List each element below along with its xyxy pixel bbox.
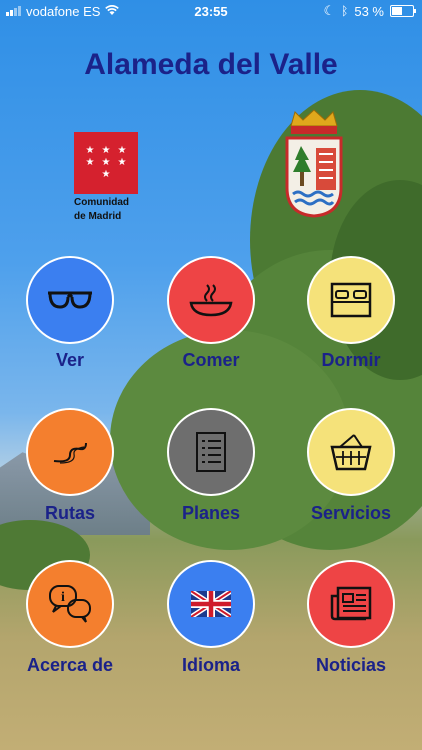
menu-label-dormir[interactable]: Dormir xyxy=(281,350,421,371)
menu-label-idioma[interactable]: Idioma xyxy=(141,655,281,676)
menu-button-noticias[interactable] xyxy=(307,560,395,648)
menu-label-acerca-de[interactable]: Acerca de xyxy=(0,655,140,676)
checklist-icon xyxy=(196,432,226,472)
menu-button-planes[interactable] xyxy=(167,408,255,496)
menu-button-acerca-de[interactable]: i xyxy=(26,560,114,648)
route-icon xyxy=(53,442,87,464)
basket-icon xyxy=(330,434,372,471)
battery-percent: 53 % xyxy=(354,3,384,19)
menu-label-rutas[interactable]: Rutas xyxy=(0,503,140,524)
madrid-flag-icon: ★ ★ ★ ★ ★ ★ ★ xyxy=(74,132,138,194)
svg-text:i: i xyxy=(61,590,65,605)
menu-label-comer[interactable]: Comer xyxy=(141,350,281,371)
menu-label-servicios[interactable]: Servicios xyxy=(281,503,421,524)
menu-button-idioma[interactable] xyxy=(167,560,255,648)
comunidad-madrid-logo: ★ ★ ★ ★ ★ ★ ★ Comunidad de Madrid xyxy=(74,132,138,222)
menu-label-ver[interactable]: Ver xyxy=(0,350,140,371)
moon-icon: ☾ xyxy=(323,3,336,18)
madrid-logo-line2: de Madrid xyxy=(74,211,122,222)
menu-button-ver[interactable] xyxy=(26,256,114,344)
uk-flag-icon xyxy=(191,591,231,617)
food-bowl-icon xyxy=(189,284,233,317)
status-bar: vodafone ES 23:55 ☾ ᛒ 53 % xyxy=(0,0,422,22)
menu-label-noticias[interactable]: Noticias xyxy=(281,655,421,676)
menu-button-dormir[interactable] xyxy=(307,256,395,344)
page-title: Alameda del Valle xyxy=(84,48,338,81)
bluetooth-icon: ᛒ xyxy=(341,4,349,18)
menu-button-comer[interactable] xyxy=(167,256,255,344)
bed-icon xyxy=(330,282,372,318)
glasses-icon xyxy=(48,291,92,309)
menu-label-planes[interactable]: Planes xyxy=(141,503,281,524)
newspaper-icon xyxy=(330,586,372,621)
info-chat-icon: i xyxy=(49,585,91,623)
coat-of-arms-icon xyxy=(283,108,345,218)
madrid-logo-line1: Comunidad xyxy=(74,197,129,208)
menu-button-rutas[interactable] xyxy=(26,408,114,496)
battery-icon xyxy=(390,5,416,17)
menu-button-servicios[interactable] xyxy=(307,408,395,496)
